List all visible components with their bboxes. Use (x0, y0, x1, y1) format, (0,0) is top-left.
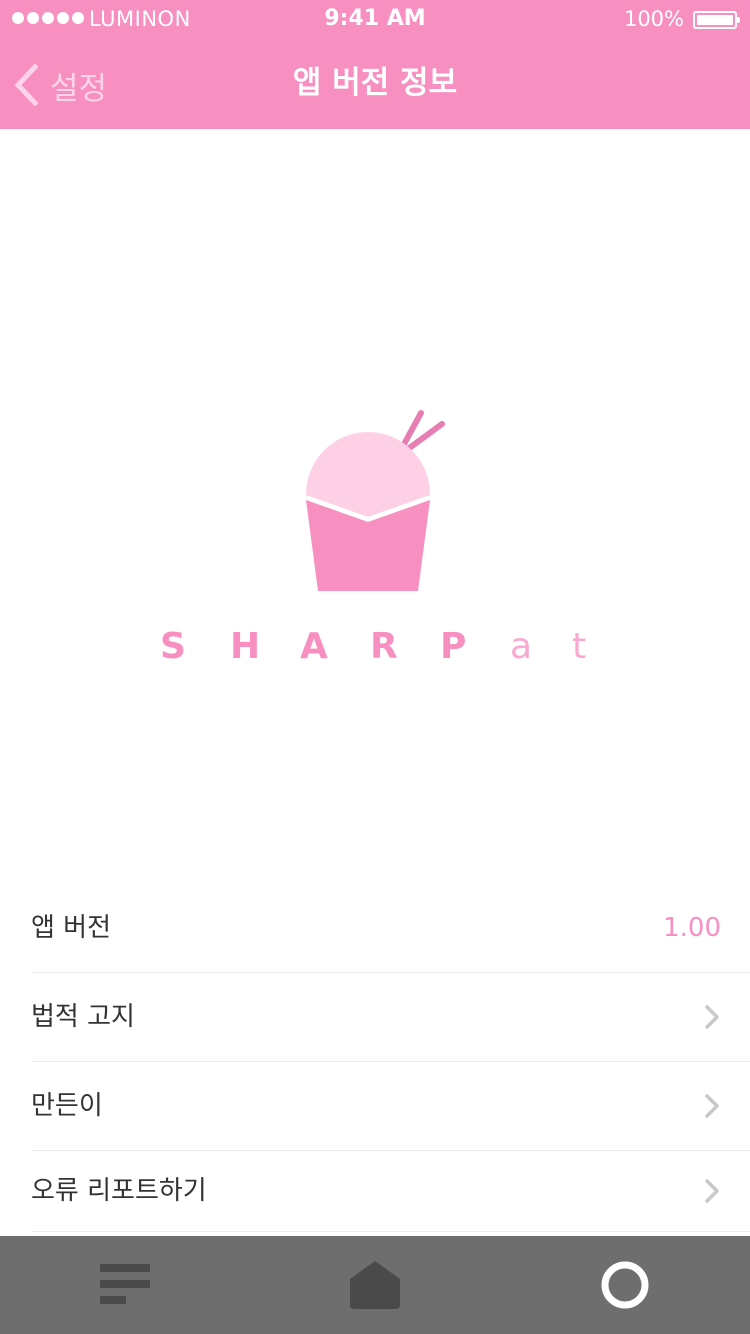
logo-area: S HA R P at (0, 129, 750, 869)
list-item-label: 법적 고지 (31, 1002, 135, 1032)
chevron-right-icon (705, 1005, 719, 1029)
shaved-ice-cup-logo-icon (305, 410, 445, 591)
brand-letter: R (370, 626, 398, 667)
brand-letter: S (160, 626, 186, 667)
version-value: 1.00 (663, 913, 721, 943)
brand-letter: a (510, 626, 533, 667)
tab-menu[interactable] (0, 1236, 250, 1334)
app-version-screen: LUMINON 9:41 AM 100% 설정 앱 버전 정보 S H A R … (0, 0, 750, 1334)
header: LUMINON 9:41 AM 100% 설정 앱 버전 정보 (0, 0, 750, 129)
brand-letter: P (440, 626, 467, 667)
tab-home[interactable] (250, 1236, 500, 1334)
list-item-legal-notice[interactable]: 법적 고지 (31, 973, 750, 1062)
brand-name-bold: S HA R P (160, 626, 510, 667)
brand-name-light: at (510, 626, 634, 667)
brand-letter: H (230, 626, 261, 667)
page-title: 앱 버전 정보 (292, 65, 458, 101)
menu-lines-icon (100, 1264, 150, 1304)
battery-icon (693, 11, 740, 29)
list-item-app-version: 앱 버전 1.00 (31, 884, 750, 973)
circle-icon (601, 1261, 649, 1309)
list-item-creators[interactable]: 만든이 (31, 1062, 750, 1151)
chevron-right-icon (705, 1179, 719, 1203)
chevron-right-icon (705, 1094, 719, 1118)
navigation-bar: 설정 앱 버전 정보 (0, 40, 750, 129)
list-item-label: 오류 리포트하기 (31, 1176, 207, 1206)
list-item-report-error[interactable]: 오류 리포트하기 (31, 1151, 750, 1232)
brand-letter: A (300, 626, 328, 667)
brand-letter: t (572, 626, 587, 667)
list-item-label: 만든이 (31, 1091, 103, 1121)
home-icon (350, 1261, 400, 1309)
tab-profile[interactable] (500, 1236, 750, 1334)
status-bar: LUMINON 9:41 AM 100% (0, 0, 750, 40)
battery-percentage: 100% (623, 7, 684, 31)
tab-bar (0, 1236, 750, 1334)
list-item-label: 앱 버전 (31, 913, 112, 943)
info-list: 앱 버전 1.00 법적 고지 만든이 오류 리포트하기 (0, 884, 750, 1232)
